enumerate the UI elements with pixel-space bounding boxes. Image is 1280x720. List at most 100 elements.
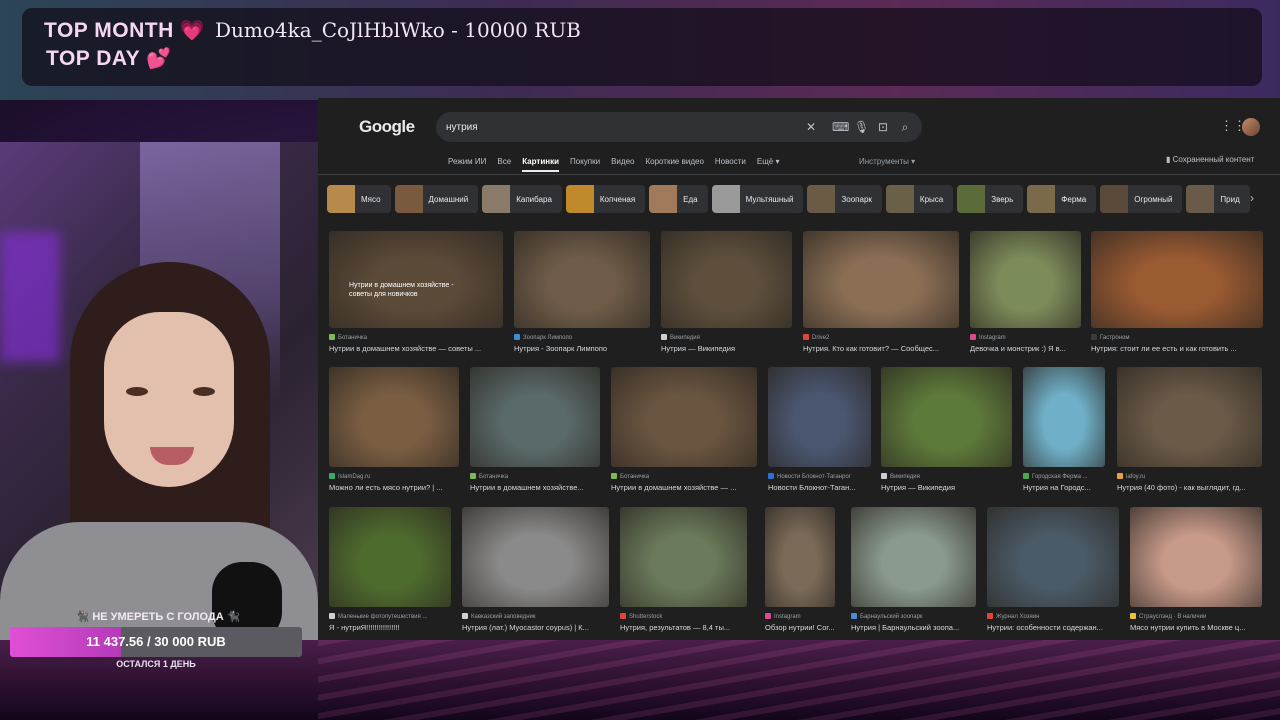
result-source[interactable]: Википедия xyxy=(661,334,792,341)
image-result[interactable]: Зоопарк Лимпопо Нутрия - Зоопарк Лимпопо xyxy=(514,231,650,356)
result-source[interactable]: Гастроном xyxy=(1091,334,1263,341)
result-source[interactable]: Журнал Хозяин xyxy=(987,613,1119,620)
result-title[interactable]: Нутрии: особенности содержан... xyxy=(987,623,1119,632)
image-result[interactable]: Нутрии в домашнем хозяйстве - советы для… xyxy=(329,231,503,356)
result-source[interactable]: IslamDag.ru xyxy=(329,473,459,480)
search-icon[interactable]: ⌕ xyxy=(898,119,912,135)
result-source[interactable]: Ботаничка xyxy=(611,473,757,480)
tab-0[interactable]: Режим ИИ xyxy=(448,157,486,173)
related-chip[interactable]: Зверь xyxy=(957,185,1024,213)
result-title[interactable]: Я - нутриЯ!!!!!!!!!!!!!!!! xyxy=(329,623,451,632)
image-result[interactable]: Городская Ферма ... Нутрия на Городс... xyxy=(1023,367,1105,495)
result-title[interactable]: Нутрия на Городс... xyxy=(1023,483,1105,492)
result-source[interactable]: Страуслэнд · В наличии xyxy=(1130,613,1262,620)
result-thumbnail[interactable]: Нутрии в домашнем хозяйстве - советы для… xyxy=(329,231,503,328)
tools-menu[interactable]: Инструменты ▾ xyxy=(859,157,915,166)
close-icon[interactable]: ✕ xyxy=(804,119,818,135)
camera-icon[interactable]: ⊡ xyxy=(876,119,890,135)
result-title[interactable]: Нутрии в домашнем хозяйстве — советы ... xyxy=(329,344,503,353)
result-source[interactable]: lafoy.ru xyxy=(1117,473,1262,480)
image-result[interactable]: Instagram Девочка и монстрик :) Я в... xyxy=(970,231,1081,356)
related-chip[interactable]: Копченая xyxy=(565,185,646,213)
image-result[interactable]: Shutterstock Нутрия, результатов — 8,4 ты… xyxy=(620,507,747,635)
image-result[interactable]: Страуслэнд · В наличии Мясо нутрии купить… xyxy=(1130,507,1262,635)
result-source[interactable]: Drive2 xyxy=(803,334,959,341)
related-chip[interactable]: Прид xyxy=(1186,185,1250,213)
result-source[interactable]: Ботаничка xyxy=(470,473,600,480)
result-thumbnail[interactable] xyxy=(514,231,650,328)
result-thumbnail[interactable] xyxy=(329,507,451,607)
result-title[interactable]: Новости Блокнот-Таган... xyxy=(768,483,871,492)
result-thumbnail[interactable] xyxy=(470,367,600,467)
result-thumbnail[interactable] xyxy=(620,507,747,607)
result-thumbnail[interactable] xyxy=(462,507,609,607)
related-chip[interactable]: Мясо xyxy=(327,185,391,213)
result-thumbnail[interactable] xyxy=(1130,507,1262,607)
result-thumbnail[interactable] xyxy=(881,367,1012,467)
result-source[interactable]: Instagram xyxy=(970,334,1081,341)
mic-icon[interactable]: 🎙 xyxy=(854,119,869,135)
result-title[interactable]: Нутрия (40 фото) - как выглядит, гд... xyxy=(1117,483,1262,492)
related-chip[interactable]: Мультяшный xyxy=(711,185,804,213)
result-source[interactable]: Википедия xyxy=(881,473,1012,480)
result-thumbnail[interactable] xyxy=(851,507,976,607)
keyboard-icon[interactable]: ⌨ xyxy=(832,119,849,135)
result-title[interactable]: Нутрия — Википедия xyxy=(661,344,792,353)
image-result[interactable]: Википедия Нутрия — Википедия xyxy=(661,231,792,356)
tab-7[interactable]: Ещё ▾ xyxy=(757,157,780,173)
result-thumbnail[interactable] xyxy=(987,507,1119,607)
result-source[interactable]: Маленькие фотопутешествия ... xyxy=(329,613,451,620)
result-thumbnail[interactable] xyxy=(765,507,835,607)
result-thumbnail[interactable] xyxy=(970,231,1081,328)
tab-1[interactable]: Все xyxy=(497,157,511,173)
image-result[interactable]: IslamDag.ru Можно ли есть мясо нутрии? | … xyxy=(329,367,459,495)
result-title[interactable]: Нутрия: стоит ли ее есть и как готовить … xyxy=(1091,344,1263,353)
related-chip[interactable]: Ферма xyxy=(1027,185,1097,213)
avatar[interactable] xyxy=(1242,118,1260,136)
result-source[interactable]: Instagram xyxy=(765,613,835,620)
result-title[interactable]: Нутрия | Барнаульский зоопа... xyxy=(851,623,976,632)
tab-4[interactable]: Видео xyxy=(611,157,634,173)
related-chip[interactable]: Зоопарк xyxy=(807,185,882,213)
result-thumbnail[interactable] xyxy=(1023,367,1105,467)
result-title[interactable]: Можно ли есть мясо нутрии? | ... xyxy=(329,483,459,492)
image-result[interactable]: Гастроном Нутрия: стоит ли ее есть и как … xyxy=(1091,231,1263,356)
related-chip[interactable]: Капибара xyxy=(482,185,562,213)
result-title[interactable]: Обзор нутрии! Cor... xyxy=(765,623,835,632)
result-title[interactable]: Мясо нутрии купить в Москве ц... xyxy=(1130,623,1262,632)
related-chip[interactable]: Огромный xyxy=(1100,185,1183,213)
result-thumbnail[interactable] xyxy=(1091,231,1263,328)
image-result[interactable]: Новости Блокнот-Таганрог Новости Блокнот-… xyxy=(768,367,871,495)
tab-2[interactable]: Картинки xyxy=(522,157,559,173)
result-thumbnail[interactable] xyxy=(329,367,459,467)
tab-5[interactable]: Короткие видео xyxy=(645,157,703,173)
result-source[interactable]: Новости Блокнот-Таганрог xyxy=(768,473,871,480)
image-result[interactable]: Маленькие фотопутешествия ... Я - нутриЯ!… xyxy=(329,507,451,635)
google-logo[interactable]: Google xyxy=(359,117,415,137)
chevron-right-icon[interactable]: › xyxy=(1250,191,1254,205)
result-title[interactable]: Нутрия (лат.) Myocastor coypus) | К... xyxy=(462,623,609,632)
result-source[interactable]: Кавказский заповедник xyxy=(462,613,609,620)
result-title[interactable]: Девочка и монстрик :) Я в... xyxy=(970,344,1081,353)
result-source[interactable]: Зоопарк Лимпопо xyxy=(514,334,650,341)
result-source[interactable]: Shutterstock xyxy=(620,613,747,620)
related-chip[interactable]: Крыса xyxy=(885,185,954,213)
result-title[interactable]: Нутрия — Википедия xyxy=(881,483,1012,492)
image-result[interactable]: Барнаульский зоопарк Нутрия | Барнаульски… xyxy=(851,507,976,635)
image-result[interactable]: Drive2 Нутрия. Кто как готовит? — Сообщес… xyxy=(803,231,959,356)
result-source[interactable]: Городская Ферма ... xyxy=(1023,473,1105,480)
result-thumbnail[interactable] xyxy=(803,231,959,328)
image-result[interactable]: Instagram Обзор нутрии! Cor... xyxy=(765,507,835,635)
image-result[interactable]: lafoy.ru Нутрия (40 фото) - как выглядит,… xyxy=(1117,367,1262,495)
search-bar[interactable]: ✕ ⌨ 🎙 ⊡ ⌕ xyxy=(436,112,922,142)
related-chip[interactable]: Домашний xyxy=(394,185,479,213)
result-thumbnail[interactable] xyxy=(768,367,871,467)
result-thumbnail[interactable] xyxy=(611,367,757,467)
result-title[interactable]: Нутрия - Зоопарк Лимпопо xyxy=(514,344,650,353)
result-title[interactable]: Нутрия, результатов — 8,4 ты... xyxy=(620,623,747,632)
result-source[interactable]: Барнаульский зоопарк xyxy=(851,613,976,620)
result-title[interactable]: Нутрии в домашнем хозяйстве — ... xyxy=(611,483,757,492)
image-result[interactable]: Журнал Хозяин Нутрии: особенности содержа… xyxy=(987,507,1119,635)
tab-6[interactable]: Новости xyxy=(715,157,746,173)
saved-content-link[interactable]: ▮ Сохраненный контент xyxy=(1166,155,1254,164)
